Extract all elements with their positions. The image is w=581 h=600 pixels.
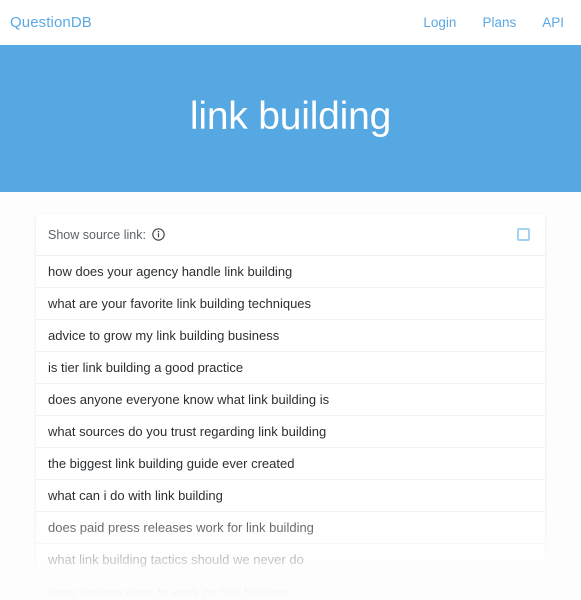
list-item[interactable]: does paid press releases work for link b… xyxy=(36,512,545,544)
hero-banner: link building xyxy=(0,45,581,192)
list-item[interactable]: does anyone want to work on link buildin… xyxy=(36,576,545,600)
info-circle-icon[interactable] xyxy=(152,228,165,241)
nav-link-api[interactable]: API xyxy=(542,15,564,30)
list-item[interactable]: does anyone everyone know what link buil… xyxy=(36,384,545,416)
list-item[interactable]: how does your agency handle link buildin… xyxy=(36,256,545,288)
nav-link-plans[interactable]: Plans xyxy=(482,15,516,30)
list-item[interactable]: advice to grow my link building business xyxy=(36,320,545,352)
list-item[interactable]: is tier link building a good practice xyxy=(36,352,545,384)
nav-links: Login Plans API xyxy=(423,15,564,30)
results-card: Show source link: how does your agency h… xyxy=(36,214,545,600)
nav-link-login[interactable]: Login xyxy=(423,15,456,30)
brand-logo[interactable]: QuestionDB xyxy=(10,14,92,31)
list-item[interactable]: what are your favorite link building tec… xyxy=(36,288,545,320)
navbar: QuestionDB Login Plans API xyxy=(0,0,581,45)
question-list: how does your agency handle link buildin… xyxy=(36,256,545,600)
show-source-link-control: Show source link: xyxy=(48,228,165,242)
list-item[interactable]: what link building tactics should we nev… xyxy=(36,544,545,576)
list-item[interactable]: what can i do with link building xyxy=(36,480,545,512)
results-toolbar: Show source link: xyxy=(36,214,545,256)
show-source-link-label: Show source link: xyxy=(48,227,146,242)
list-item[interactable]: the biggest link building guide ever cre… xyxy=(36,448,545,480)
list-item[interactable]: what sources do you trust regarding link… xyxy=(36,416,545,448)
show-source-link-checkbox[interactable] xyxy=(517,228,530,241)
results-section: Show source link: how does your agency h… xyxy=(0,192,581,600)
page-title: link building xyxy=(189,95,392,138)
